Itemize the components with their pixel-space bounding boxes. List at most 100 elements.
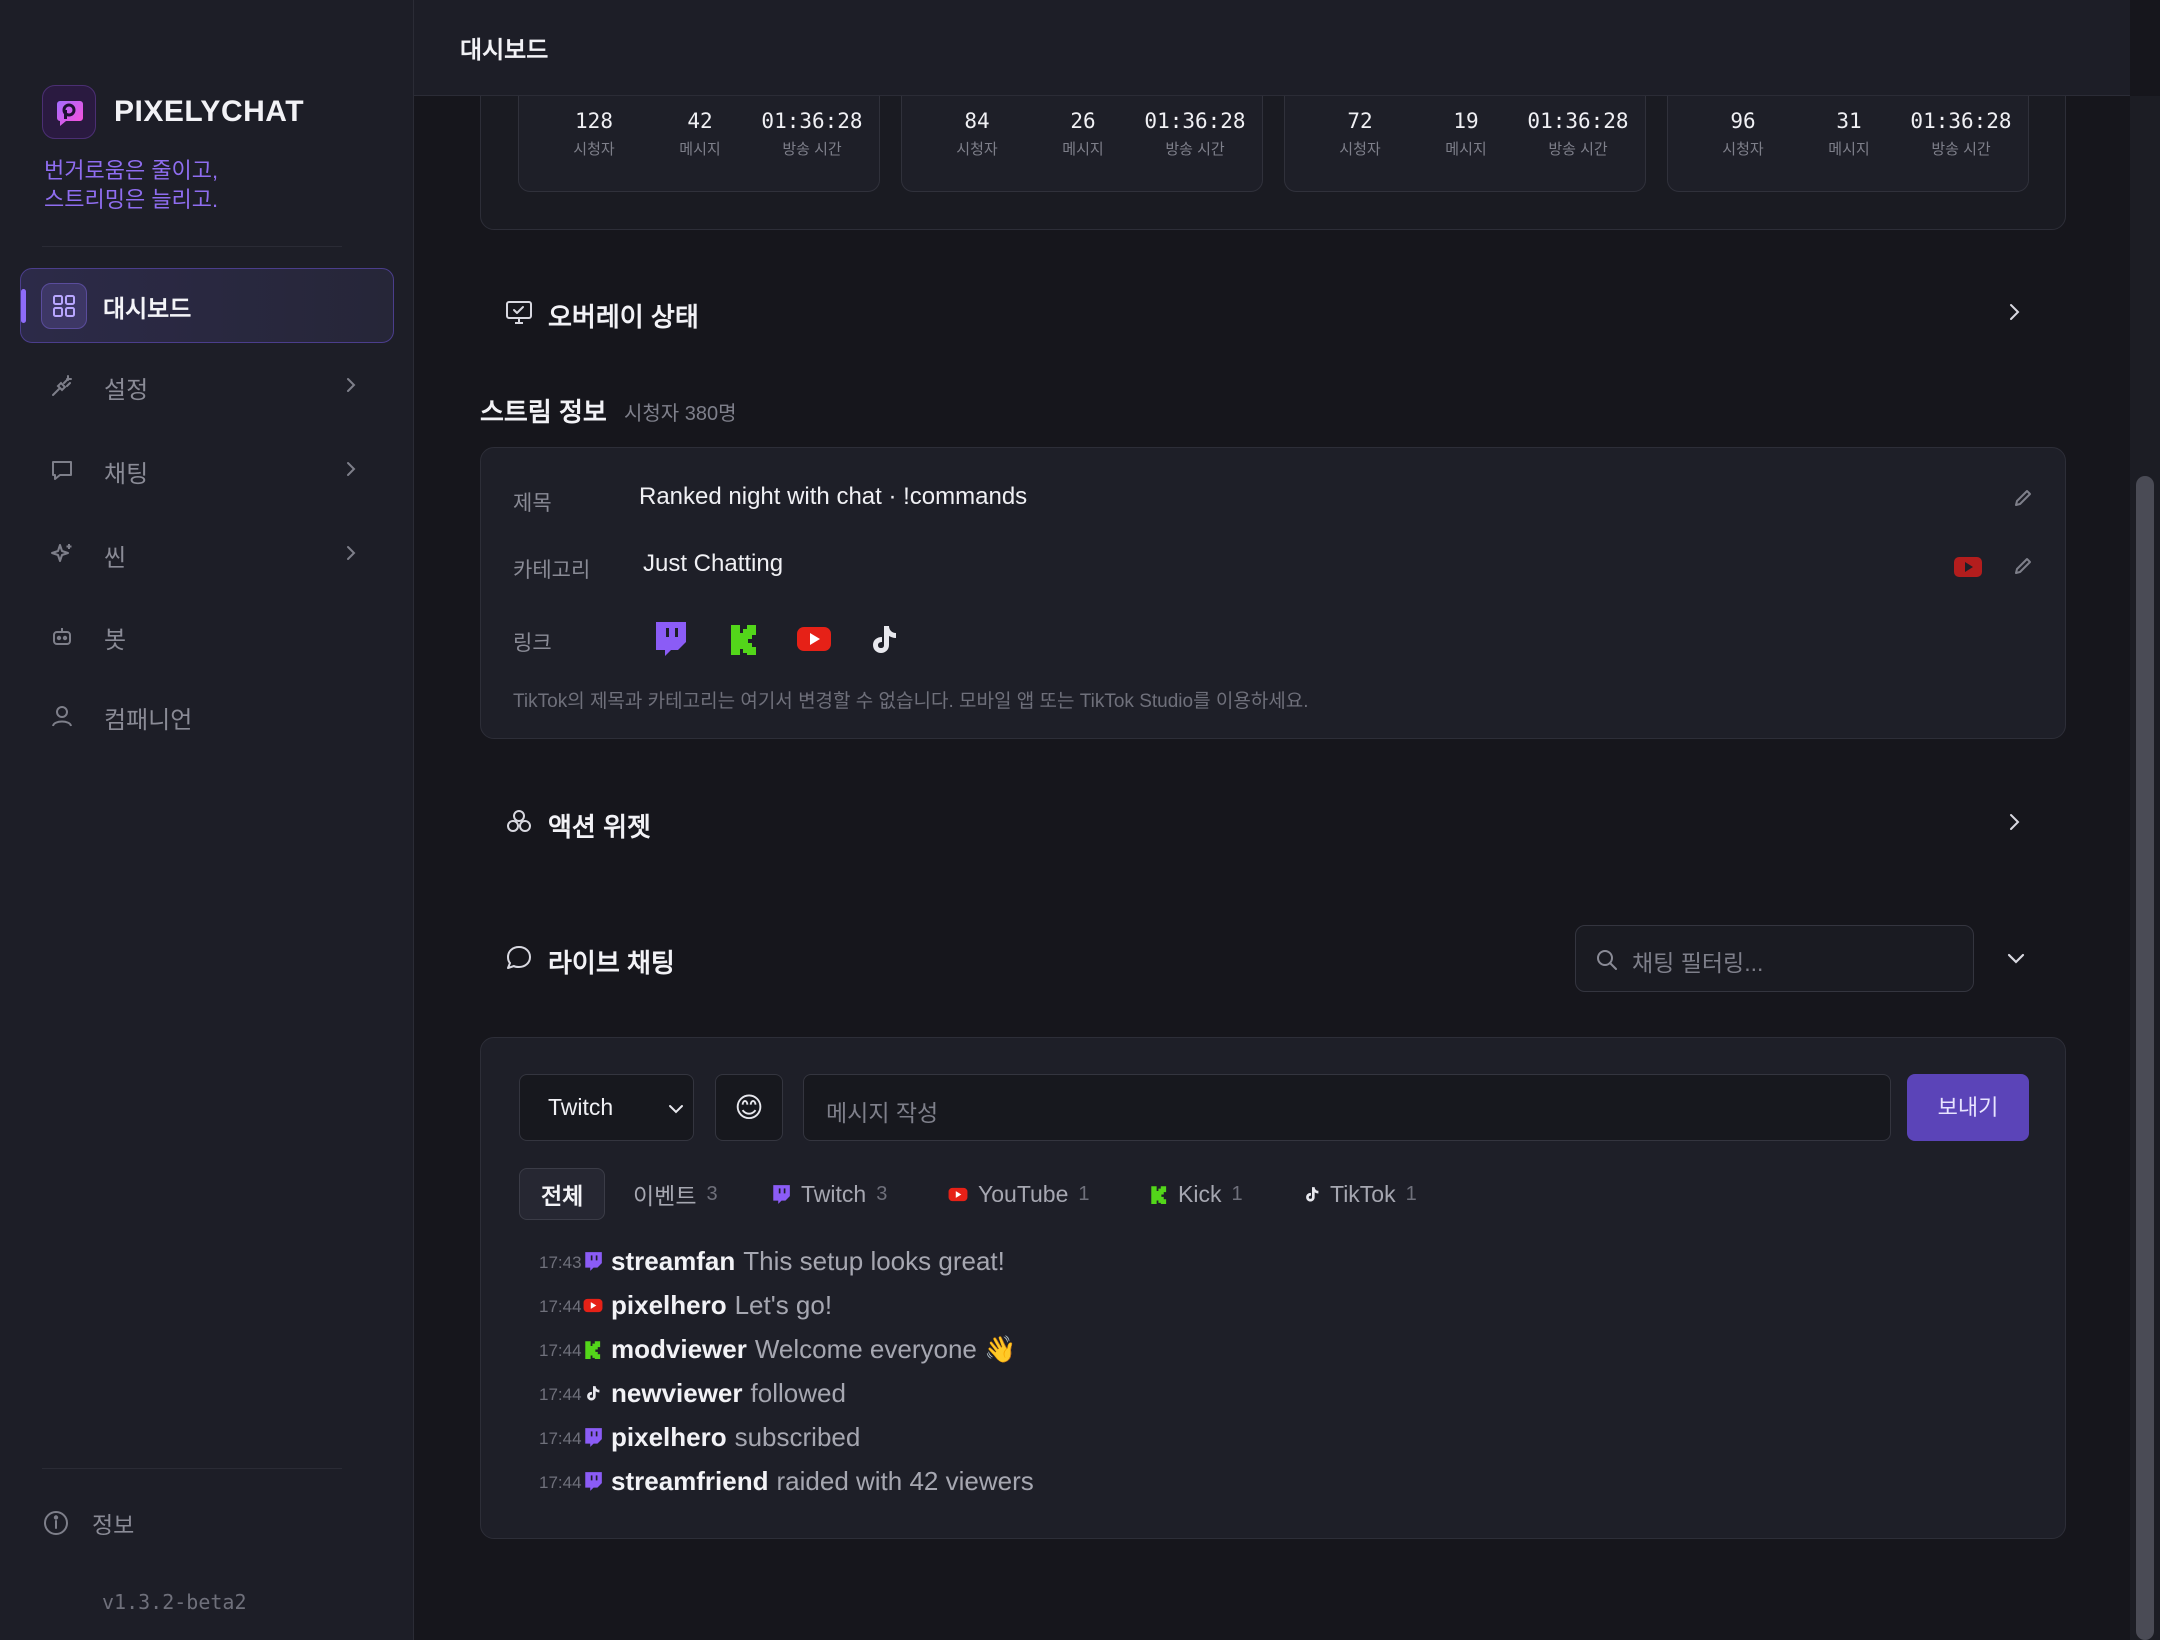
youtube-icon [948,1187,968,1201]
sidebar-item-settings[interactable]: 설정 [20,356,394,416]
sparkle-icon [48,540,76,568]
category-label: 카테고리 [513,559,591,582]
chat-message: 17:44 modviewer Welcome everyone 👋 [539,1329,1017,1369]
youtube-icon [583,1295,603,1315]
monitor-check-icon [506,301,532,324]
uptime-value: 01:36:28 [761,109,863,133]
viewers-label: 시청자 [1339,141,1381,158]
stream-title-value: Ranked night with chat · !commands [639,483,1028,510]
emoji-button[interactable]: 😊 [715,1074,783,1141]
edit-category-icon[interactable] [2011,554,2035,578]
sidebar-item-label: 씬 [104,545,127,572]
chevron-down-icon [669,1105,683,1114]
active-indicator [21,289,26,323]
sidebar-item-dashboard[interactable]: 대시보드 [20,268,394,343]
twitch-icon [583,1251,603,1271]
message-text: subscribed [734,1421,861,1452]
sidebar-item-label: 봇 [104,627,127,654]
tab-tiktok[interactable]: TikTok 1 [1304,1168,1417,1220]
message-user[interactable]: streamfan [611,1246,735,1277]
message-input[interactable]: 메시지 작성 [803,1074,1891,1141]
section-title: 액션 위젯 [548,812,651,842]
sidebar-item-chat[interactable]: 채팅 [20,440,394,500]
plug-icon [48,372,76,400]
top-bar: 대시보드 [414,0,2130,96]
chat-filter-input[interactable]: 채팅 필터링... [1575,925,1974,992]
links-label: 링크 [513,632,552,655]
chat-message: 17:44 streamfriend raided with 42 viewer… [539,1461,1034,1501]
send-button[interactable]: 보내기 [1907,1074,2029,1141]
chat-message: 17:43 streamfan This setup looks great! [539,1241,1005,1281]
sidebar-item-companion[interactable]: 컴패니언 [20,686,394,746]
sidebar: PIXELYCHAT 번거로움은 줄이고, 스트리밍은 늘리고. 대시보드 설정… [0,0,414,1640]
tab-youtube[interactable]: YouTube 1 [948,1168,1090,1220]
tab-count: 1 [1078,1182,1090,1205]
kick-link-icon[interactable] [729,623,759,655]
platform-select[interactable]: Twitch [519,1074,694,1141]
stream-info-panel: 제목 Ranked night with chat · !commands 카테… [480,447,2066,739]
viewers-label: 시청자 [573,141,615,158]
message-user[interactable]: streamfriend [611,1466,769,1497]
message-user[interactable]: pixelhero [611,1290,727,1321]
viewers-value: 96 [1730,109,1756,133]
message-text: raided with 42 viewers [776,1465,1034,1496]
message-user[interactable]: modviewer [611,1334,747,1365]
tiktok-icon [583,1383,603,1403]
tab-count: 1 [1231,1182,1243,1205]
uptime-label: 방송 시간 [782,141,842,158]
youtube-icon [1954,557,1982,577]
sidebar-item-label: 정보 [92,1512,135,1538]
chat-message: 17:44 pixelhero subscribed [539,1417,860,1457]
sidebar-item-info[interactable]: 정보 [42,1506,134,1540]
viewers-value: 72 [1347,109,1373,133]
message-time: 17:44 [539,1473,582,1492]
youtube-link-icon[interactable] [796,626,832,652]
edit-title-icon[interactable] [2011,486,2035,510]
platform-select-value: Twitch [548,1094,614,1120]
tab-count: 3 [876,1182,888,1205]
twitch-icon [773,1184,790,1204]
collapse-chevron-icon[interactable] [2003,945,2029,971]
message-text: Let's go! [734,1289,833,1320]
message-user[interactable]: newviewer [611,1378,743,1409]
tab-label: 이벤트 [633,1183,697,1209]
uptime-value: 01:36:28 [1144,109,1246,133]
uptime-label: 방송 시간 [1931,141,1991,158]
tab-twitch[interactable]: Twitch 3 [771,1168,887,1220]
chat-bubble-icon [507,946,531,969]
sidebar-item-label: 설정 [104,377,149,404]
message-user[interactable]: pixelhero [611,1422,727,1453]
viewers-label: 시청자 [956,141,998,158]
tab-label: TikTok [1330,1180,1396,1207]
viewers-label: 시청자 [1722,141,1764,158]
tab-count: 1 [1405,1182,1417,1205]
viewer-count: 시청자 380명 [624,403,737,425]
scrollbar-thumb[interactable] [2136,476,2154,1640]
grid-icon [41,283,87,329]
messages-value: 42 [687,109,713,133]
viewers-value: 128 [575,109,613,133]
messages-label: 메시지 [679,141,721,158]
page-title: 대시보드 [460,37,549,64]
uptime-value: 01:36:28 [1910,109,2012,133]
tab-kick[interactable]: Kick 1 [1150,1168,1243,1220]
sidebar-item-scenes[interactable]: 씬 [20,524,394,584]
twitch-link-icon[interactable] [652,620,688,658]
sidebar-item-label: 대시보드 [103,296,192,323]
tab-all[interactable]: 전체 [519,1168,606,1220]
twitch-icon [583,1427,603,1447]
search-icon [1597,950,1617,970]
app-logo: PIXELYCHAT [42,85,304,139]
sidebar-item-bot[interactable]: 봇 [20,606,394,666]
tagline-line-1: 번거로움은 줄이고, [44,158,219,183]
overlay-status-section[interactable]: 오버레이 상태 [480,267,2066,357]
message-time: 17:44 [539,1429,582,1448]
tab-events[interactable]: 이벤트 3 [633,1168,718,1220]
tiktok-note: TikTok의 제목과 카테고리는 여기서 변경할 수 없습니다. 모바일 앱 … [513,691,1309,712]
tiktok-link-icon[interactable] [869,623,899,655]
tab-count: 3 [706,1182,718,1205]
divider [42,1468,342,1469]
tagline: 번거로움은 줄이고, 스트리밍은 늘리고. [44,156,218,214]
action-widgets-section[interactable]: 액션 위젯 [480,777,2066,867]
logo-icon [42,85,96,139]
